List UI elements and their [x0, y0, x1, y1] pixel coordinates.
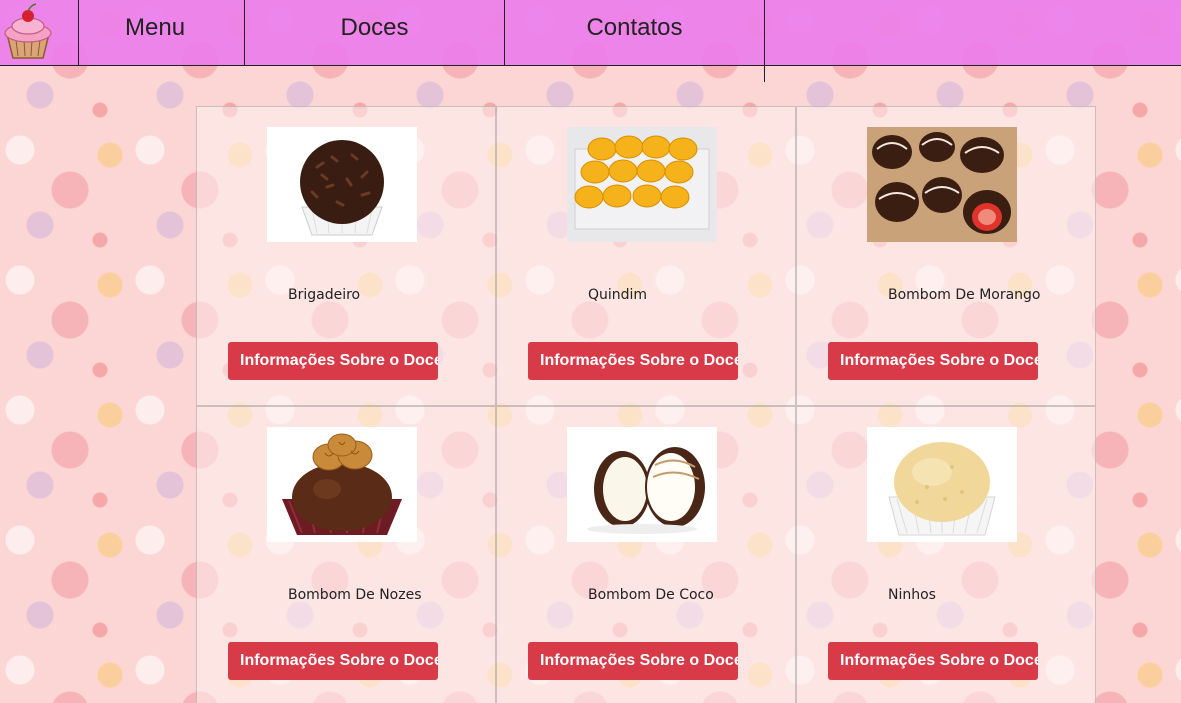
product-name: Ninhos — [888, 587, 936, 603]
product-name: Bombom De Morango — [888, 287, 1041, 303]
product-info-button[interactable]: Informações Sobre o Doce — [828, 642, 1038, 680]
product-name: Quindim — [588, 287, 648, 303]
product-info-button[interactable]: Informações Sobre o Doce — [528, 642, 738, 680]
product-name: Brigadeiro — [288, 287, 361, 303]
product-card: Brigadeiro Informações Sobre o Doce — [196, 106, 496, 406]
nav-doces[interactable]: Doces — [245, 0, 505, 65]
product-card: Bombom De Nozes Informações Sobre o Doce — [196, 406, 496, 703]
nav-contatos[interactable]: Contatos — [505, 0, 765, 82]
product-info-button[interactable]: Informações Sobre o Doce — [828, 342, 1038, 380]
nav-menu-label: Menu — [125, 14, 186, 41]
bombom-coco-image — [567, 427, 717, 542]
product-card: Bombom De Coco Informações Sobre o Doce — [496, 406, 796, 703]
product-grid: Brigadeiro Informações Sobre o Doce Quin… — [196, 106, 1096, 703]
bombom-nozes-image — [267, 427, 417, 542]
product-name: Bombom De Coco — [588, 587, 714, 603]
quindim-image — [567, 127, 717, 242]
product-name: Bombom De Nozes — [288, 587, 422, 603]
nav-menu[interactable]: Menu — [79, 0, 245, 65]
nav-doces-label: Doces — [340, 14, 409, 41]
bombom-morango-image — [867, 127, 1017, 242]
product-info-button[interactable]: Informações Sobre o Doce — [228, 342, 438, 380]
product-info-button[interactable]: Informações Sobre o Doce — [528, 342, 738, 380]
cupcake-icon[interactable] — [0, 0, 79, 65]
product-card: Quindim Informações Sobre o Doce — [496, 106, 796, 406]
top-navbar: Menu Doces Contatos — [0, 0, 1181, 82]
product-card: Ninhos Informações Sobre o Doce — [796, 406, 1096, 703]
brigadeiro-image — [267, 127, 417, 242]
ninhos-image — [867, 427, 1017, 542]
product-card: Bombom De Morango Informações Sobre o Do… — [796, 106, 1096, 406]
product-info-button[interactable]: Informações Sobre o Doce — [228, 642, 438, 680]
nav-contatos-label: Contatos — [586, 14, 683, 41]
